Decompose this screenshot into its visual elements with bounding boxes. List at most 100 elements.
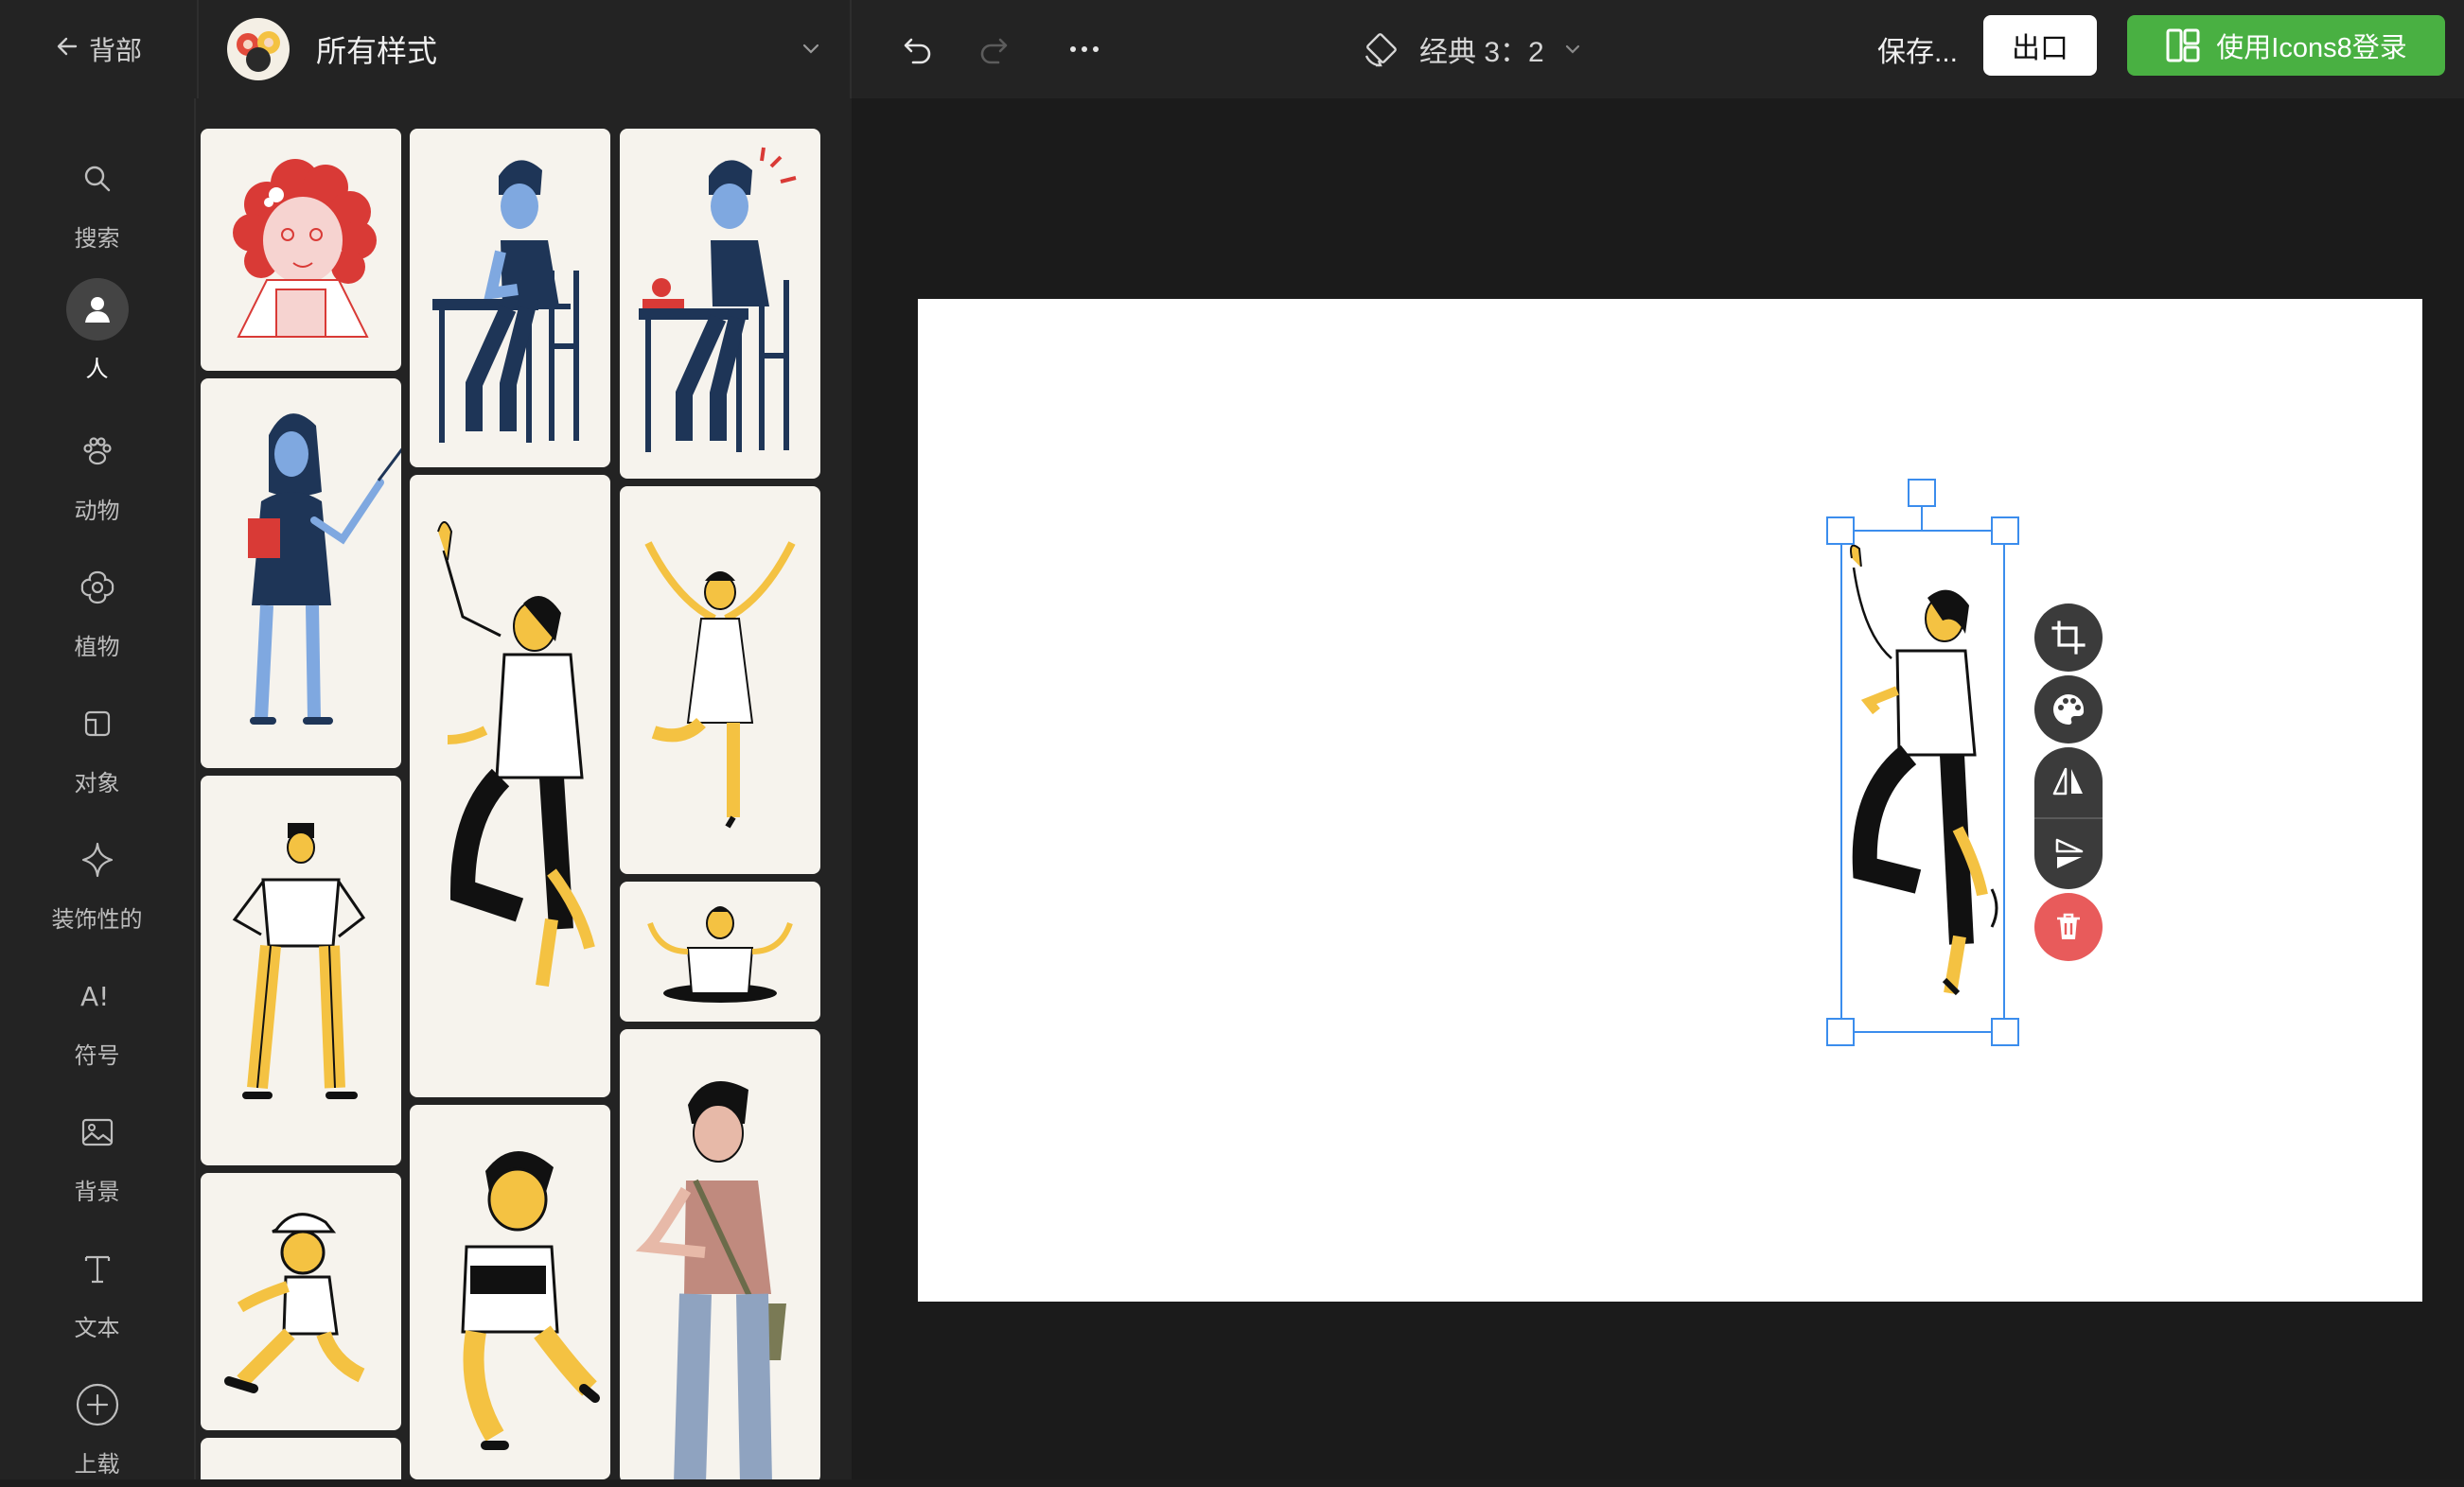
flip-horizontal-button[interactable] [2034,747,2103,817]
upload-icon [66,1373,129,1436]
sidebar-item-animals[interactable]: 动物 [0,420,194,534]
sidebar-item-label: 文本 [74,1316,120,1341]
top-bar: 背部 所有样式 经典 3：2 保存... 出口 使用Icons8登录 [0,0,2464,100]
thinking-man-at-desk-illustration [432,160,579,443]
sidebar-item-symbols[interactable]: A! 符号 [0,965,194,1078]
standing-man-illustration [232,823,366,1099]
style-selector[interactable]: 所有样式 [227,13,823,85]
sidebar-item-label: 背景 [74,1180,120,1205]
design-canvas[interactable] [918,299,2422,1302]
illustration-card[interactable] [620,129,820,479]
curly-hair-woman-illustration [233,159,377,338]
redo-button[interactable] [967,23,1020,76]
sidebar-item-text[interactable]: 文本 [0,1237,194,1351]
style-title: 所有样式 [316,34,438,68]
divider [850,0,852,98]
illustration-card[interactable] [410,475,610,1097]
chevron-down-icon [799,36,823,65]
paw-icon [66,420,129,482]
svg-text:A!: A! [80,981,109,1012]
illustration-card[interactable] [410,1105,610,1479]
flip-vertical-button[interactable] [2034,819,2103,889]
illustration-card[interactable] [201,1438,401,1479]
crop-icon [2051,621,2086,655]
delete-button[interactable] [2034,893,2103,961]
flower-icon [66,556,129,619]
illustration-card[interactable] [201,1173,401,1430]
undo-icon [904,38,931,64]
rotation-connector [1921,507,1923,532]
selection-box [1840,530,2005,1033]
partial-illustration [201,1438,401,1479]
illustration-card[interactable] [410,129,610,467]
illustration-card[interactable] [201,129,401,371]
recolor-button[interactable] [2034,675,2103,744]
flip-vertical-icon [2055,838,2084,868]
illustration-card[interactable] [620,486,820,874]
sidebar-item-label: 装饰性的 [51,907,143,933]
rotate-icon [1364,33,1397,67]
text-icon [66,1237,129,1300]
login-label: 使用Icons8登录 [2216,33,2407,63]
sidebar-item-objects[interactable]: 对象 [0,692,194,806]
chevron-down-icon [1565,44,1579,54]
divider [197,0,199,98]
sidebar-item-label: 植物 [74,635,120,660]
dancing-woman-illustration [437,521,595,987]
canvas-format-selector[interactable]: 经典 3：2 [1359,21,1584,78]
resize-handle-top-right[interactable] [1991,516,2019,545]
man-with-bag-illustration [635,1081,786,1479]
login-button[interactable]: 使用Icons8登录 [2127,15,2445,76]
sidebar-item-label: 上载 [74,1452,120,1478]
jumping-girl-illustration [644,541,796,829]
sidebar-item-label: 对象 [74,771,120,796]
object-icon [66,692,129,755]
illustration-card[interactable] [201,776,401,1165]
resize-handle-top-left[interactable] [1826,516,1855,545]
canvas-format-label: 经典 3：2 [1419,37,1544,68]
sidebar-item-label: 符号 [74,1043,120,1069]
sparkle-icon [66,829,129,891]
sidebar-item-label: 搜索 [74,226,120,252]
resize-handle-bottom-right[interactable] [1991,1018,2019,1046]
search-icon [66,148,129,210]
illustration-card[interactable] [201,378,401,768]
sidebar-item-label: 动物 [74,499,120,524]
illustration-panel [194,98,854,1479]
crop-button[interactable] [2034,604,2103,672]
rotate-handle[interactable] [1908,479,1936,507]
sidebar-item-backgrounds[interactable]: 背景 [0,1101,194,1215]
trash-icon [2057,913,2080,939]
sidebar-item-decorative[interactable]: 装饰性的 [0,829,194,942]
sidebar: 搜索 人 动物 植物 对象 装饰性的 A! 符号 背景 文本 上载 [0,98,194,1479]
back-button[interactable]: 背部 [55,26,142,72]
undo-button[interactable] [891,23,944,76]
boy-with-cap-illustration [224,1213,365,1393]
sidebar-item-plants[interactable]: 植物 [0,556,194,670]
palette-icon [2053,694,2085,725]
person-icon [65,278,129,341]
style-avatar [227,18,290,80]
person-emerging-from-hole-illustration [647,906,793,1003]
illustration-card[interactable] [620,882,820,1022]
flip-group [2034,747,2103,889]
more-icon [1070,46,1099,52]
export-button[interactable]: 出口 [1983,15,2097,76]
arrow-left-icon [55,34,79,65]
image-icon [66,1101,129,1163]
save-button[interactable]: 保存... [1877,28,1958,70]
more-button[interactable] [1058,23,1111,76]
thinking-man-with-apple-illustration [639,147,797,452]
jumping-boy-illustration [461,1150,600,1450]
symbol-icon: A! [66,965,129,1027]
resize-handle-bottom-left[interactable] [1826,1018,1855,1046]
sidebar-item-upload[interactable]: 上载 [0,1373,194,1487]
redo-icon [980,38,1008,64]
teacher-woman-illustration [248,413,401,725]
sidebar-item-people[interactable]: 人 [0,278,194,392]
icons8-logo-icon [2166,28,2200,62]
back-label: 背部 [89,36,143,65]
sidebar-item-label: 人 [85,357,109,382]
sidebar-item-search[interactable]: 搜索 [0,148,194,261]
illustration-card[interactable] [620,1029,820,1479]
